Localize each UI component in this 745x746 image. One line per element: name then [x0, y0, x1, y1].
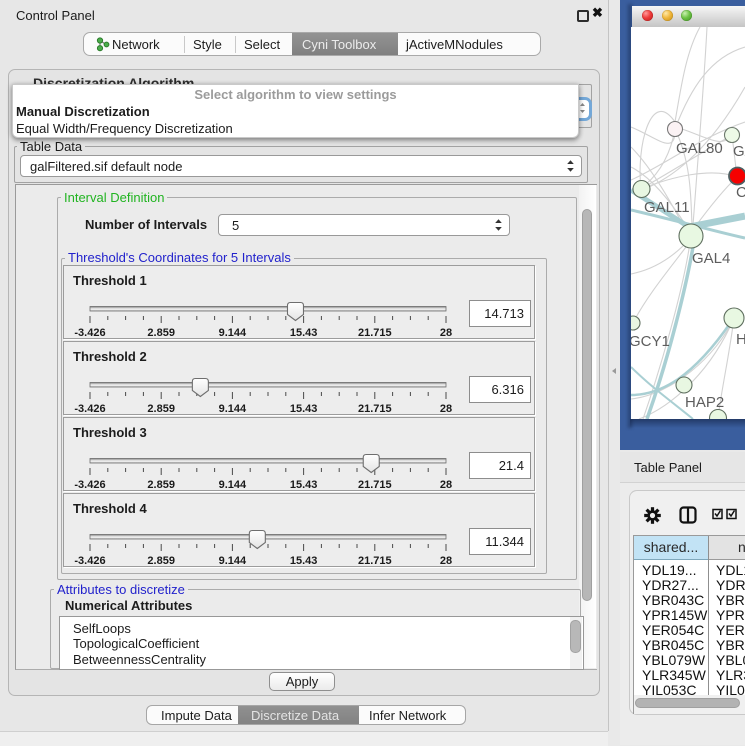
svg-text:28: 28: [440, 327, 452, 338]
svg-text:GAL11: GAL11: [644, 199, 690, 216]
svg-text:2.859: 2.859: [147, 403, 175, 414]
svg-text:2.859: 2.859: [147, 555, 175, 566]
svg-text:28: 28: [440, 403, 452, 414]
svg-text:GCY1: GCY1: [631, 333, 670, 350]
svg-text:9.144: 9.144: [219, 403, 247, 414]
svg-text:-3.426: -3.426: [74, 555, 105, 566]
svg-text:GA: GA: [733, 143, 745, 160]
svg-text:15.43: 15.43: [290, 403, 318, 414]
svg-text:9.144: 9.144: [219, 327, 247, 338]
svg-text:-3.426: -3.426: [74, 403, 105, 414]
svg-text:-3.426: -3.426: [74, 327, 105, 338]
svg-text:2.859: 2.859: [147, 327, 175, 338]
svg-text:-3.426: -3.426: [74, 479, 105, 490]
svg-text:C: C: [736, 184, 745, 201]
svg-text:GAL80: GAL80: [676, 140, 723, 157]
svg-text:15.43: 15.43: [290, 555, 318, 566]
svg-text:21.715: 21.715: [358, 403, 392, 414]
svg-text:15.43: 15.43: [290, 327, 318, 338]
svg-text:28: 28: [440, 479, 452, 490]
svg-text:21.715: 21.715: [358, 555, 392, 566]
svg-text:GAL4: GAL4: [692, 250, 730, 267]
svg-text:2.859: 2.859: [147, 479, 175, 490]
svg-text:H: H: [736, 331, 745, 348]
svg-text:21.715: 21.715: [358, 479, 392, 490]
svg-text:21.715: 21.715: [358, 327, 392, 338]
svg-text:HAP2: HAP2: [685, 394, 724, 411]
svg-text:28: 28: [440, 555, 452, 566]
svg-text:15.43: 15.43: [290, 479, 318, 490]
svg-text:9.144: 9.144: [219, 479, 247, 490]
svg-text:9.144: 9.144: [219, 555, 247, 566]
